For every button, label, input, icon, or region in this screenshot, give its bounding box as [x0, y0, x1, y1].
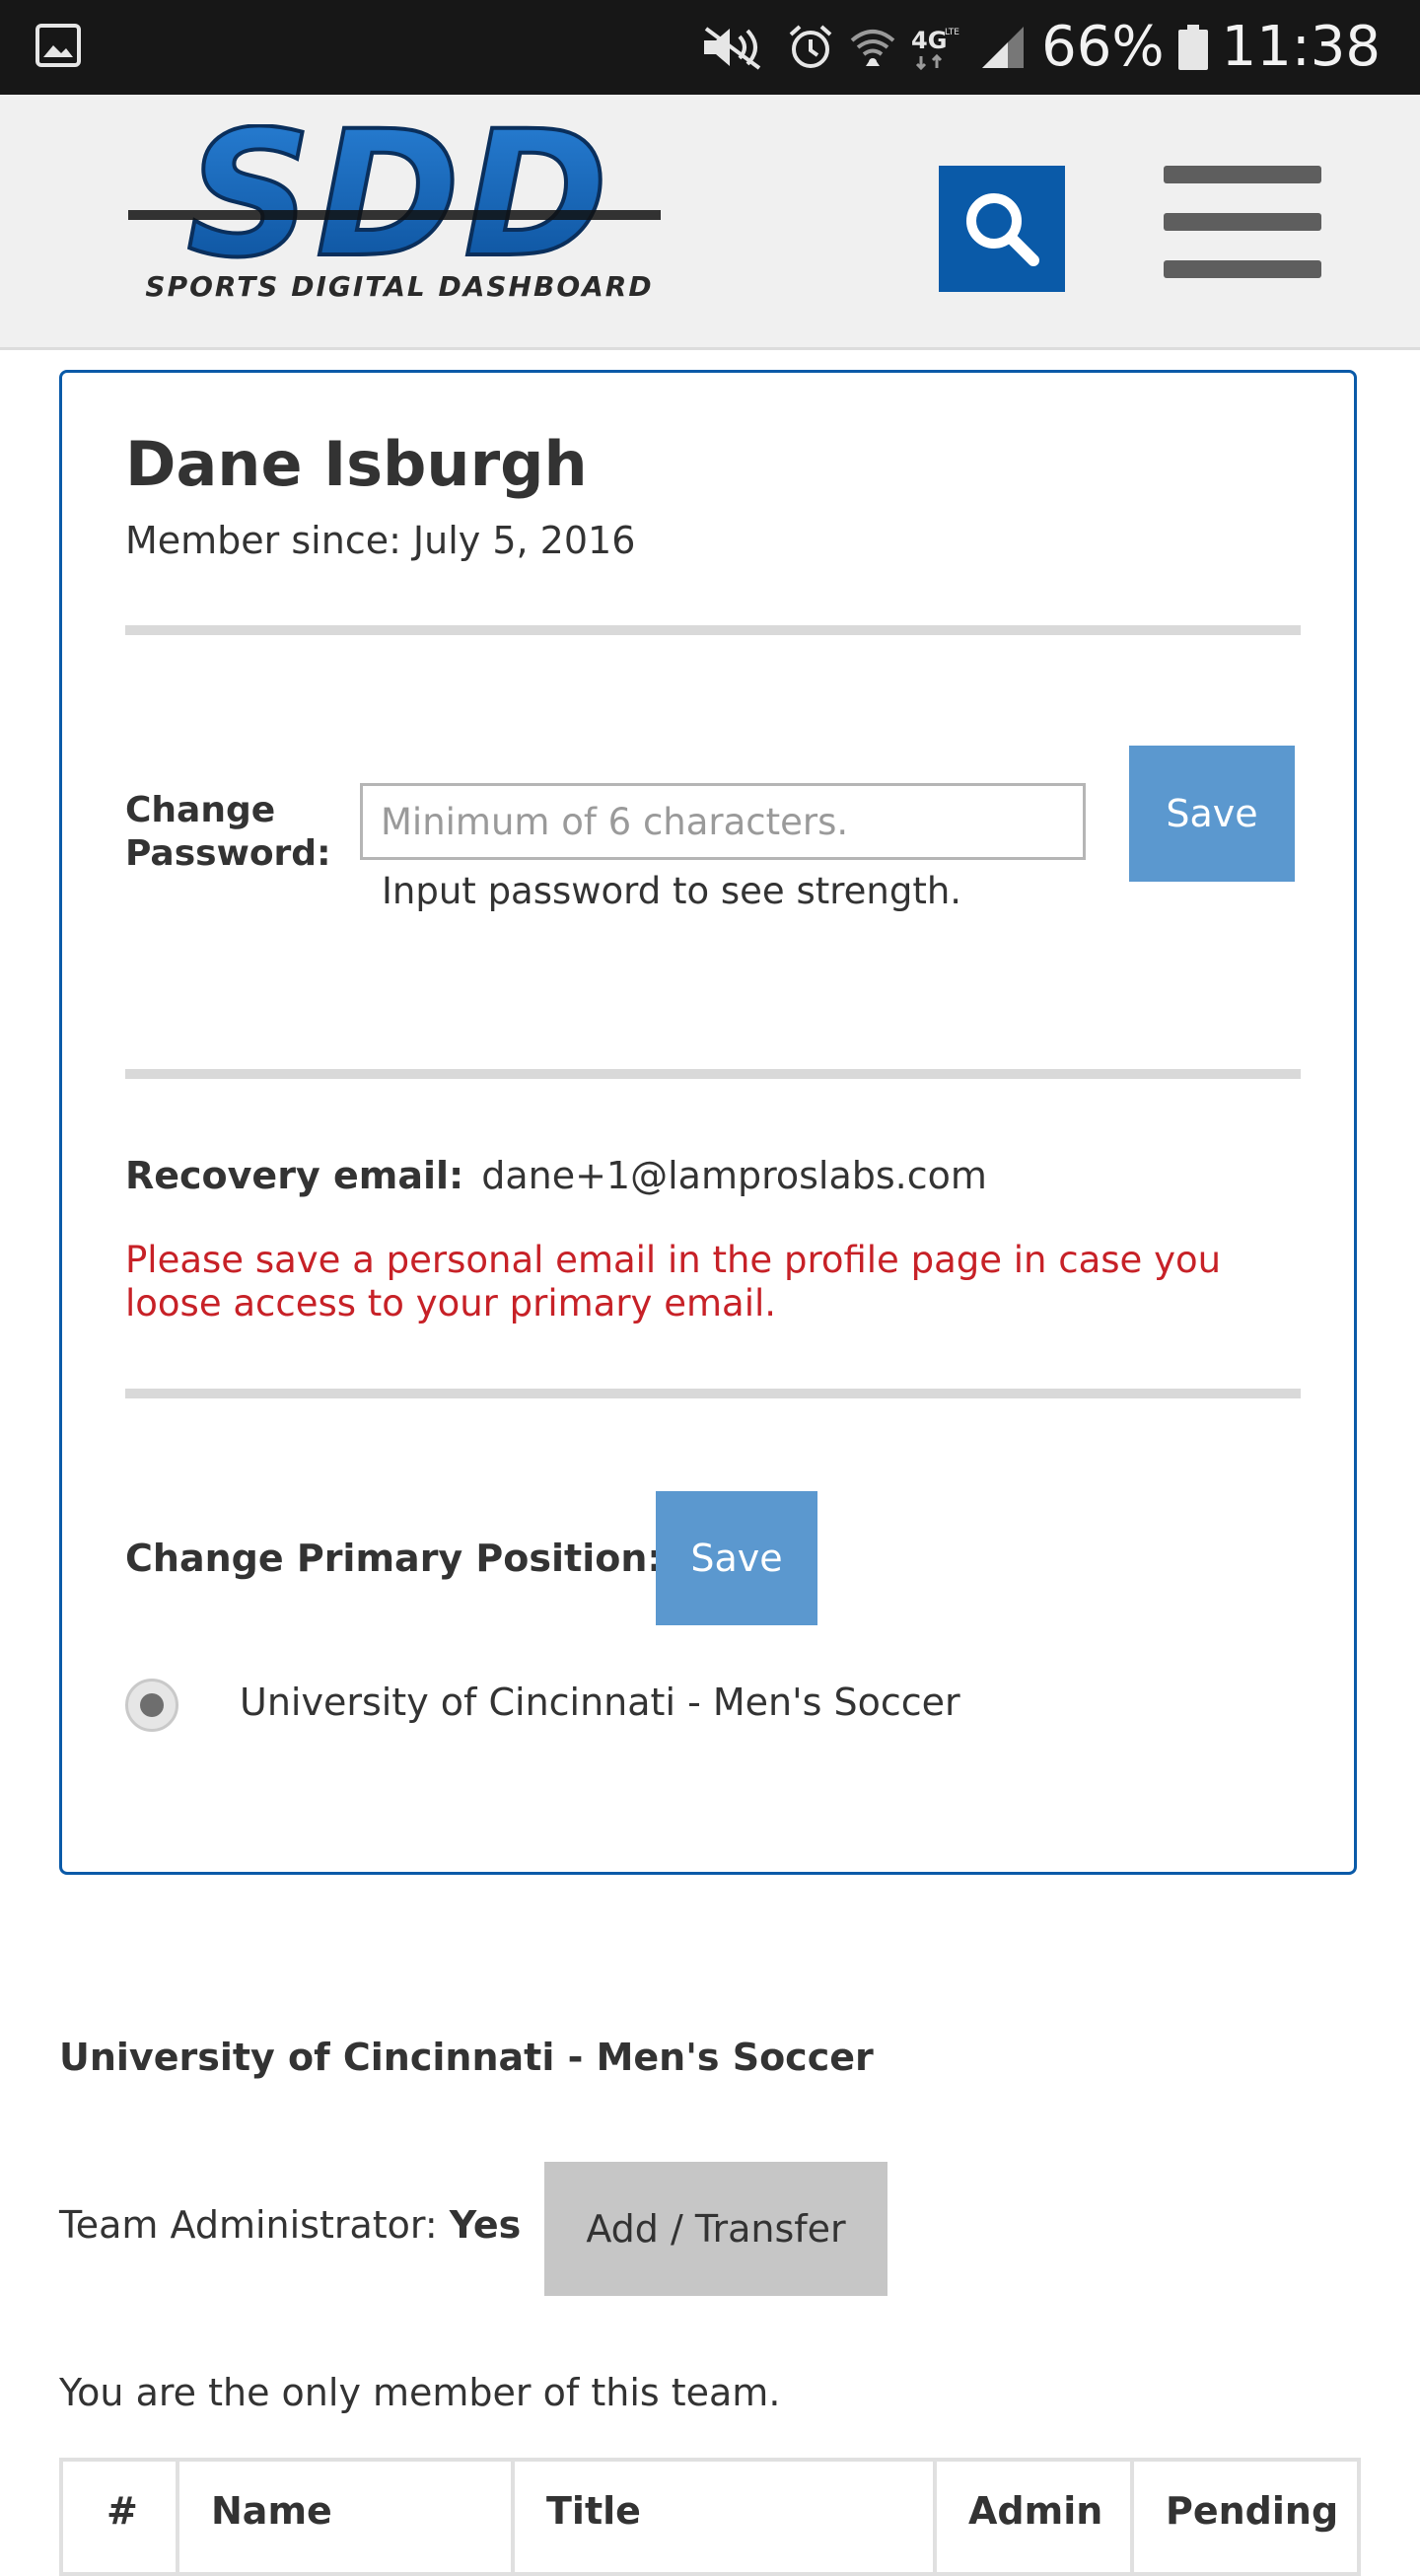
- recovery-email-warning: Please save a personal email in the prof…: [125, 1239, 1222, 1324]
- member-since: Member since: July 5, 2016: [125, 519, 635, 562]
- menu-bar-icon: [1164, 260, 1321, 278]
- team-admin-value: Yes: [449, 2203, 522, 2247]
- table-header-number[interactable]: #: [63, 2462, 179, 2572]
- clock: 11:38: [1221, 15, 1381, 79]
- save-password-button[interactable]: Save: [1129, 746, 1295, 882]
- password-strength-hint: Input password to see strength.: [382, 870, 962, 912]
- team-title: University of Cincinnati - Men's Soccer: [59, 2036, 874, 2079]
- signal-icon: [982, 27, 1025, 68]
- table-header-title[interactable]: Title: [515, 2462, 937, 2572]
- menu-bar-icon: [1164, 213, 1321, 231]
- team-admin-label: Team Administrator:: [59, 2203, 438, 2247]
- team-admin-row: Team Administrator: Yes: [59, 2203, 521, 2247]
- logo-text: SDD: [187, 124, 612, 272]
- change-password-label: Change Password:: [125, 789, 342, 876]
- recovery-email-row: Recovery email: dane+1@lamproslabs.com: [125, 1154, 987, 1197]
- profile-card: Dane Isburgh Member since: July 5, 2016 C…: [59, 370, 1357, 1875]
- section-divider: [125, 625, 1301, 635]
- table-header-pending[interactable]: Pending: [1134, 2462, 1357, 2572]
- menu-bar-icon: [1164, 166, 1321, 183]
- search-button[interactable]: [939, 166, 1065, 292]
- recovery-email-label: Recovery email:: [125, 1154, 464, 1197]
- member-since-value: July 5, 2016: [412, 519, 636, 562]
- 4g-lte-icon: 4G LTE: [911, 27, 959, 71]
- logo-mark: SDD: [128, 92, 661, 298]
- svg-text:4G: 4G: [911, 27, 947, 54]
- logo-tagline: SPORTS DIGITAL DASHBOARD: [145, 270, 654, 303]
- mute-icon: [704, 27, 761, 70]
- position-option-label: University of Cincinnati - Men's Soccer: [240, 1681, 960, 1724]
- change-password-label-line: Change: [125, 790, 276, 830]
- profile-name: Dane Isburgh: [125, 428, 588, 500]
- member-since-label: Member since:: [125, 519, 401, 562]
- gallery-icon: [36, 24, 81, 67]
- recovery-email-value: dane+1@lamproslabs.com: [481, 1154, 987, 1197]
- only-member-text: You are the only member of this team.: [59, 2371, 781, 2414]
- battery-percent: 66%: [1041, 15, 1165, 79]
- svg-text:LTE: LTE: [945, 28, 959, 37]
- section-divider: [125, 1389, 1301, 1398]
- add-transfer-button[interactable]: Add / Transfer: [544, 2162, 888, 2296]
- hamburger-menu-button[interactable]: [1160, 166, 1323, 292]
- battery-icon: [1177, 25, 1208, 70]
- table-header-admin[interactable]: Admin: [937, 2462, 1134, 2572]
- table-header-name[interactable]: Name: [179, 2462, 515, 2572]
- team-members-table: # Name Title Admin Pending: [59, 2458, 1361, 2576]
- change-primary-position-label: Change Primary Position:: [125, 1537, 663, 1580]
- change-password-label-line: Password:: [125, 833, 331, 874]
- sdd-logo[interactable]: SDD SPORTS DIGITAL DASHBOARD: [108, 92, 690, 312]
- position-radio[interactable]: [125, 1679, 178, 1732]
- alarm-icon: [789, 25, 832, 68]
- password-input[interactable]: [360, 783, 1086, 860]
- section-divider: [125, 1069, 1301, 1079]
- wifi-icon: [850, 30, 895, 66]
- site-header: SDD SPORTS DIGITAL DASHBOARD: [0, 92, 1420, 350]
- save-primary-position-button[interactable]: Save: [656, 1491, 817, 1625]
- radio-selected-dot: [140, 1693, 164, 1717]
- search-icon: [966, 193, 1039, 266]
- status-bar: 4G LTE 66% 11:38: [0, 0, 1420, 95]
